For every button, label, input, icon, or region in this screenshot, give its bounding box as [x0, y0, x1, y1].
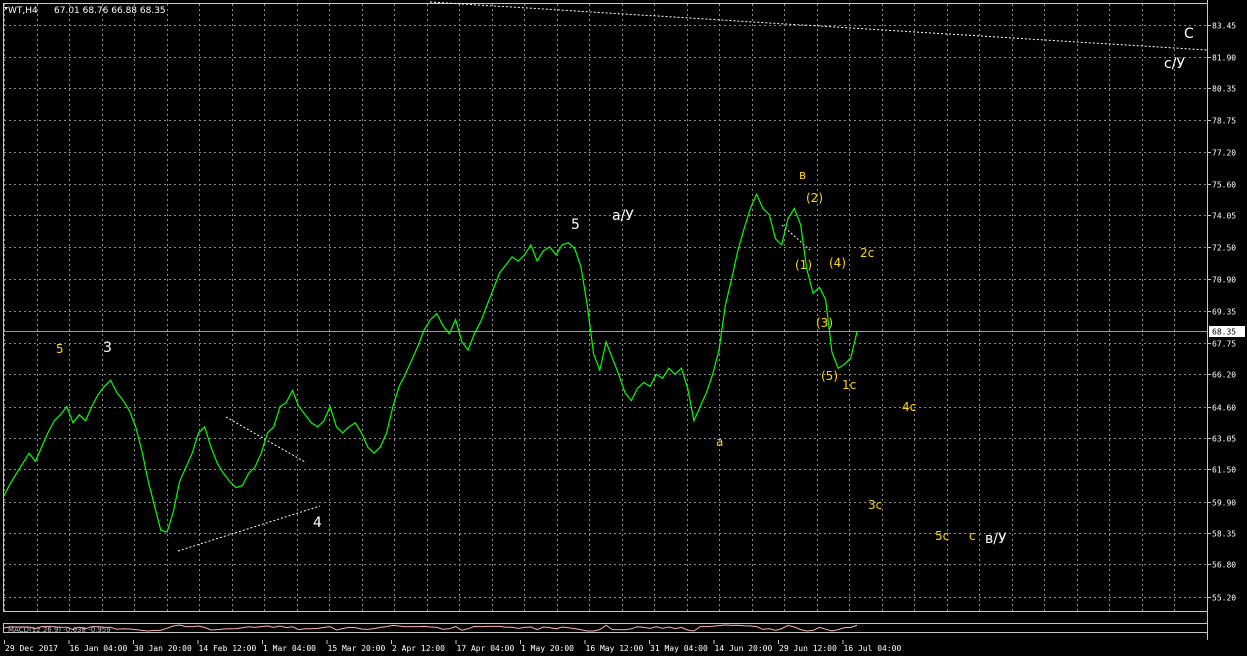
wave-label-b: в: [799, 168, 806, 182]
time-tick-label: 30 Jan 20:00: [134, 644, 192, 653]
price-tick-label: 59.90: [1212, 499, 1236, 508]
wave-label-yellow-5: 5: [56, 342, 64, 356]
price-tick-label: 69.35: [1212, 308, 1236, 317]
price-tick-label: 77.20: [1212, 149, 1236, 158]
time-tick-label: 2 Apr 12:00: [392, 644, 445, 653]
wave-label-a: а: [716, 435, 723, 449]
chart-background: [0, 0, 1247, 656]
chart-ohlc: 67.01 68.76 66.88 68.35: [54, 6, 166, 16]
price-tick-label: 74.05: [1212, 212, 1236, 221]
wave-label-5: 5: [571, 217, 580, 233]
price-tick-label: 78.75: [1212, 117, 1236, 126]
time-tick-label: 16 May 12:00: [586, 644, 644, 653]
wave-label-c-major: С: [1184, 26, 1194, 42]
wave-label-2c: 2с: [860, 246, 874, 260]
price-tick-label: 56.80: [1212, 561, 1236, 570]
time-tick-label: 1 May 20:00: [521, 644, 574, 653]
price-tick-label: 70.90: [1212, 276, 1236, 285]
chart-symbol: WT,H4: [8, 6, 38, 16]
time-tick-label: 16 Jul 04:00: [844, 644, 902, 653]
time-tick-label: 15 Mar 20:00: [328, 644, 386, 653]
wave-label-sub-1: (1): [795, 258, 812, 272]
price-tick-label: 61.50: [1212, 466, 1236, 475]
wave-label-sub-4: (4): [829, 256, 846, 270]
wave-label-c: с: [969, 529, 976, 543]
wave-label-3c: 3с: [868, 498, 882, 512]
wave-label-c-sub: с/У: [1164, 56, 1185, 72]
time-tick-label: 29 Dec 2017: [5, 644, 58, 653]
price-tick-label: 66.20: [1212, 371, 1236, 380]
wave-label-1c: 1с: [842, 378, 856, 392]
wave-label-a-major: а/У: [612, 208, 634, 224]
indicator-label: MACD(12,26,9) -0.638 -0.959: [8, 626, 111, 634]
time-tick-label: 14 Jun 20:00: [715, 644, 773, 653]
time-tick-label: 17 Apr 04:00: [457, 644, 515, 653]
price-tick-label: 80.35: [1212, 85, 1236, 94]
wave-label-4: 4: [313, 515, 322, 531]
wave-label-sub-5: (5): [821, 369, 838, 383]
wave-label-5c: 5с: [935, 529, 949, 543]
price-tick-label: 64.60: [1212, 404, 1236, 413]
time-tick-label: 31 May 04:00: [650, 644, 708, 653]
time-tick-label: 1 Mar 04:00: [263, 644, 316, 653]
price-tick-label: 55.20: [1212, 594, 1236, 603]
price-tick-label: 58.35: [1212, 530, 1236, 539]
time-tick-label: 16 Jan 04:00: [70, 644, 128, 653]
time-tick-label: 29 Jun 12:00: [779, 644, 837, 653]
price-tick-label: 72.50: [1212, 244, 1236, 253]
wave-label-sub-2: (2): [806, 191, 823, 205]
price-tick-label: 67.75: [1212, 340, 1236, 349]
price-tick-label: 75.60: [1212, 181, 1236, 190]
price-tick-label: 81.90: [1212, 54, 1236, 63]
wave-label-b-sub: в/У: [985, 531, 1007, 547]
price-chart[interactable]: WT,H4 67.01 68.76 66.88 68.35 3 4 5 а/У …: [0, 0, 1247, 656]
price-tick-label: 83.45: [1212, 22, 1236, 31]
price-tick-label: 63.05: [1212, 435, 1236, 444]
time-tick-label: 14 Feb 12:00: [199, 644, 257, 653]
wave-label-4c: 4с: [902, 400, 916, 414]
current-price-label: 68.35: [1212, 328, 1236, 337]
wave-label-3: 3: [103, 340, 112, 356]
wave-label-sub-3: (3): [816, 316, 833, 330]
